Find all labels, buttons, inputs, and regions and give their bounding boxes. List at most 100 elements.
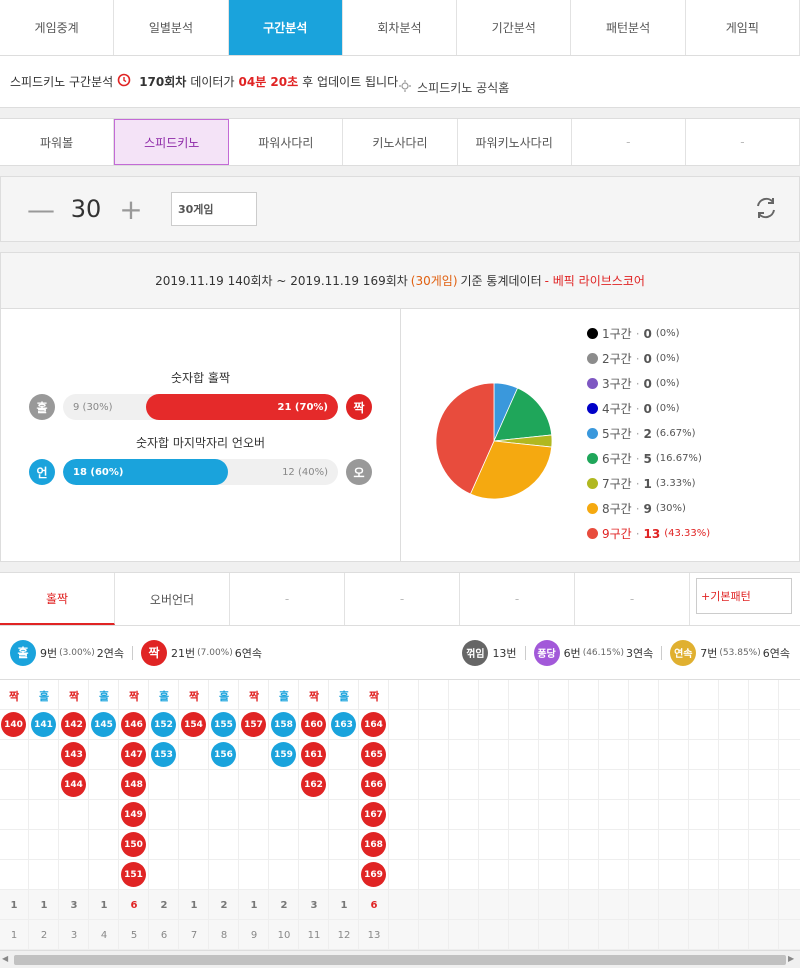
round-ball: 167 — [361, 802, 386, 827]
game-tab-2[interactable]: 파워사다리 — [229, 119, 344, 165]
horizontal-scrollbar[interactable]: ◀ ▶ — [0, 950, 800, 968]
scroll-left-icon[interactable]: ◀ — [2, 954, 12, 966]
tab-1[interactable]: 일별분석 — [114, 0, 229, 55]
grid-cell — [209, 860, 239, 890]
summary-odd-pct: (3.00%) — [59, 647, 95, 658]
grid-cell — [509, 740, 539, 770]
grid-cell — [0, 740, 29, 770]
summary-cont-pct: (53.85%) — [719, 647, 761, 658]
decrease-button[interactable]: — — [21, 193, 61, 226]
game-tab-0[interactable]: 파워볼 — [0, 119, 115, 165]
scroll-thumb[interactable] — [14, 955, 786, 965]
tab-0[interactable]: 게임중계 — [0, 0, 115, 55]
even-fill: 21 (70%) — [145, 394, 338, 420]
column-count: 1 — [250, 900, 258, 911]
grid-cell — [0, 860, 29, 890]
tab-5[interactable]: 패턴분석 — [571, 0, 686, 55]
game-count-select[interactable]: 30게임 — [171, 192, 257, 226]
grid-cell — [419, 680, 449, 710]
increase-button[interactable]: + — [111, 193, 151, 226]
tab-2[interactable]: 구간분석 — [228, 0, 343, 55]
grid-cell — [539, 740, 569, 770]
grid-cell — [779, 890, 800, 920]
official-home-link[interactable]: 스피드키노 공식홈 — [398, 67, 790, 96]
legend-label: 8구간 — [602, 502, 632, 516]
grid-cell — [599, 740, 629, 770]
grid-cell — [389, 800, 419, 830]
round-ball: 160 — [301, 712, 326, 737]
game-tab-3[interactable]: 키노사다리 — [343, 119, 458, 165]
grid-cell — [389, 920, 419, 950]
basic-pattern-button[interactable]: +기본패턴 — [696, 578, 792, 614]
grid-cell — [179, 740, 209, 770]
grid-cell — [779, 740, 800, 770]
round-ball: 148 — [121, 772, 146, 797]
even-value: 21 (70%) — [277, 401, 328, 413]
grid-cell — [329, 770, 359, 800]
game-tab-1[interactable]: 스피드키노 — [114, 119, 230, 165]
grid-cell — [179, 830, 209, 860]
round-ball: 149 — [121, 802, 146, 827]
grid-cell — [389, 860, 419, 890]
legend-count: 0 — [643, 351, 652, 366]
grid-cell — [89, 860, 119, 890]
summary-pong-badge: 퐁당 — [533, 639, 560, 666]
legend-sep: · — [635, 376, 640, 391]
grid-cell — [59, 830, 89, 860]
legend-dot — [587, 378, 598, 389]
legend-pct: (0%) — [655, 328, 680, 339]
column-count: 1 — [40, 900, 48, 911]
update-info-bar: 스피드키노 구간분석 170회차 데이터가 04분 20초 후 업데이트 됩니다… — [0, 56, 800, 108]
grid-cell — [569, 890, 599, 920]
divider — [132, 645, 133, 660]
legend-item-8: 8구간 · 9 (30%) — [587, 496, 710, 521]
grid-cell — [149, 770, 179, 800]
legend-count: 13 — [643, 526, 661, 541]
round-ball: 144 — [61, 772, 86, 797]
pie-svg — [435, 382, 553, 500]
scroll-right-icon[interactable]: ▶ — [788, 954, 798, 966]
grid-cell — [599, 710, 629, 740]
column-header: 홀 — [218, 690, 230, 703]
grid-cell — [269, 860, 299, 890]
grid-cell — [179, 770, 209, 800]
pattern-tab-0[interactable]: 홀짝 — [0, 573, 115, 625]
legend-pct: (30%) — [655, 503, 686, 514]
tab-3[interactable]: 회차분석 — [343, 0, 458, 55]
round-ball: 141 — [31, 712, 56, 737]
summary-pong-pct: (46.15%) — [582, 647, 625, 658]
column-index: 10 — [277, 930, 291, 941]
grid-cell — [779, 830, 800, 860]
grid-cell — [629, 800, 659, 830]
column-index: 9 — [250, 930, 258, 941]
under-badge: 언 — [29, 459, 55, 485]
refresh-icon[interactable] — [753, 195, 779, 224]
grid-cell — [179, 800, 209, 830]
round-ball: 164 — [361, 712, 386, 737]
pattern-tab-1[interactable]: 오버언더 — [115, 573, 230, 625]
stats-source: - 베픽 라이브스코어 — [544, 274, 645, 288]
grid-cell — [449, 770, 479, 800]
legend-label: 2구간 — [602, 352, 632, 366]
grid-cell — [719, 830, 749, 860]
legend-label: 1구간 — [602, 327, 632, 341]
grid-cell — [269, 770, 299, 800]
tab-4[interactable]: 기간분석 — [457, 0, 572, 55]
round-ball: 168 — [361, 832, 386, 857]
column-index: 8 — [220, 930, 228, 941]
column-count: 1 — [190, 900, 198, 911]
info-prefix: 스피드키노 구간분석 — [10, 75, 114, 89]
summary-even-badge: 짝 — [141, 639, 167, 666]
column-header: 짝 — [308, 690, 320, 703]
grid-cell — [509, 860, 539, 890]
round-ball: 158 — [271, 712, 296, 737]
grid-cell — [449, 890, 479, 920]
summary-cont-badge: 연속 — [670, 639, 697, 666]
tab-6[interactable]: 게임픽 — [686, 0, 800, 55]
grid-cell — [749, 860, 779, 890]
grid-cell — [689, 710, 719, 740]
game-tab-4[interactable]: 파워키노사다리 — [458, 119, 572, 165]
summary-break-badge: 꺾임 — [462, 639, 489, 666]
grid-cell — [479, 710, 509, 740]
legend-sep: · — [635, 526, 640, 541]
